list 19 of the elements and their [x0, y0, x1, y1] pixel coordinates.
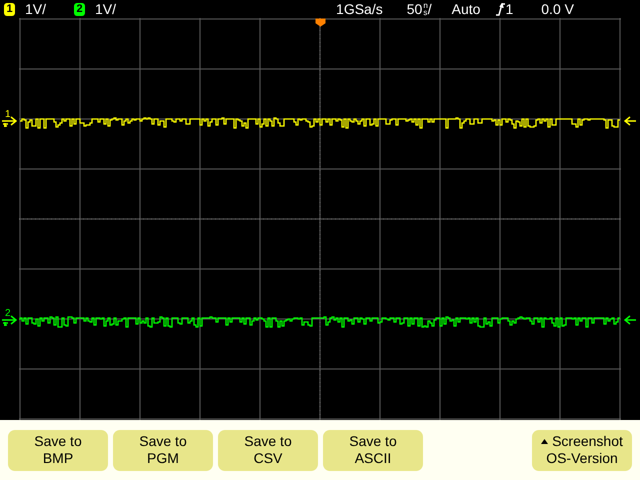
timebase-value: 50: [406, 1, 422, 17]
timebase-slash: /: [428, 1, 432, 17]
sample-rate: 1GSa/s: [336, 1, 383, 17]
softkey-button[interactable]: Screenshot OS-Version: [532, 430, 632, 470]
channel-scale: 1V/: [95, 1, 116, 17]
softkey-button[interactable]: Save to PGM: [113, 430, 213, 470]
timebase-unit: n s: [423, 2, 428, 16]
softkey-button[interactable]: Save to ASCII: [323, 430, 423, 470]
channel-badge: 2: [74, 2, 86, 16]
trigger-mode: Auto: [452, 1, 480, 17]
trigger-source: 1: [505, 1, 514, 17]
up-triangle-icon: [541, 439, 548, 444]
channel-scale: 1V/: [25, 1, 46, 17]
softkey-button[interactable]: Save to CSV: [218, 430, 318, 470]
rising-edge-icon: [496, 2, 506, 16]
channel-badge: 1: [4, 2, 15, 16]
trigger-marker-icon: [316, 18, 326, 27]
trigger-level: 0.0 V: [541, 1, 574, 17]
softkey-button[interactable]: Save to BMP: [8, 430, 108, 470]
